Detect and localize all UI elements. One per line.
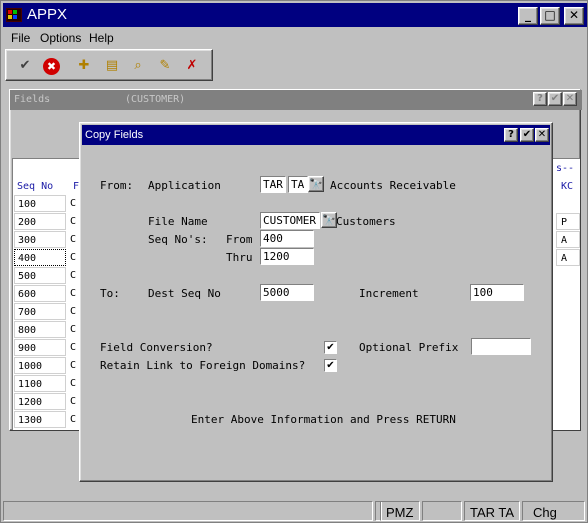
seq-no-cell[interactable]: 600 xyxy=(14,285,66,302)
copy-fields-dialog: Copy Fields ? ✔ ✕ From: Application TAR … xyxy=(79,122,553,482)
kc-cell[interactable]: A xyxy=(556,231,580,248)
close-button[interactable]: ✕ xyxy=(564,7,584,25)
seq-thru-field[interactable]: 1200 xyxy=(260,248,314,265)
status-user: PMZ xyxy=(380,501,420,521)
dialog-title-bar[interactable]: Copy Fields ? ✔ ✕ xyxy=(82,125,550,145)
fields-ok-button[interactable]: ✔ xyxy=(548,92,562,106)
fields-help-button[interactable]: ? xyxy=(533,92,547,106)
seq-thru-label: Thru xyxy=(226,251,253,264)
from-label: From: xyxy=(100,179,134,192)
seq-no-cell[interactable]: 900 xyxy=(14,339,66,356)
seq-no-cell[interactable]: 1000 xyxy=(14,357,66,374)
status-application: TAR TA xyxy=(464,501,520,521)
fields-title: Fields xyxy=(14,94,51,105)
new-folder-icon[interactable]: ✚ xyxy=(74,57,94,75)
application-version-field[interactable]: TA xyxy=(288,176,308,193)
fields-title-bar[interactable]: Fields (CUSTOMER) ? ✔ ✕ xyxy=(10,90,582,110)
file-name-field[interactable]: CUSTOMER xyxy=(260,212,320,229)
file-name-label: File Name xyxy=(148,215,208,228)
seq-no-cell[interactable]: 1100 xyxy=(14,375,66,392)
menu-options[interactable]: Options xyxy=(40,31,81,45)
dialog-ok-button[interactable]: ✔ xyxy=(520,128,534,142)
title-bar[interactable]: APPX _ □ ✕ xyxy=(3,3,587,27)
appx-logo-icon xyxy=(6,8,22,22)
fields-subtitle: (CUSTOMER) xyxy=(125,94,186,105)
edit-folder-icon[interactable]: ✎ xyxy=(155,57,175,75)
delete-folder-icon[interactable]: ✗ xyxy=(182,57,202,75)
seq-no-cell[interactable]: 700 xyxy=(14,303,66,320)
seq-no-cell[interactable]: 1300 xyxy=(14,411,66,428)
field-conversion-label: Field Conversion? xyxy=(100,341,213,354)
kc-cell[interactable]: A xyxy=(556,249,580,266)
seq-no-cell[interactable]: 800 xyxy=(14,321,66,338)
minimize-button[interactable]: _ xyxy=(518,7,538,25)
toolbar: ✔ ✖ ✚ ▤ ⌕ ✎ ✗ xyxy=(5,49,213,81)
window-title: APPX xyxy=(27,6,68,23)
status-blank xyxy=(422,501,462,521)
field-conversion-checkbox[interactable]: ✔ xyxy=(324,341,337,354)
status-message xyxy=(3,501,373,521)
increment-field[interactable]: 100 xyxy=(470,284,524,301)
seq-from-field[interactable]: 400 xyxy=(260,230,314,247)
file-description: Customers xyxy=(336,215,396,228)
seq-from-label: From xyxy=(226,233,253,246)
optional-prefix-field[interactable] xyxy=(471,338,531,355)
seq-no-cell[interactable]: 1200 xyxy=(14,393,66,410)
seq-no-cell[interactable]: 200 xyxy=(14,213,66,230)
menu-bar: File Options Help xyxy=(3,28,587,47)
dest-seq-field[interactable]: 5000 xyxy=(260,284,314,301)
file-lookup-binoculars-icon[interactable]: 🔭 xyxy=(321,212,337,228)
kc-cell[interactable]: P xyxy=(556,213,580,230)
application-name: Accounts Receivable xyxy=(330,179,456,192)
column-header-s: s-- xyxy=(556,163,575,174)
application-lookup-binoculars-icon[interactable]: 🔭 xyxy=(308,176,324,192)
menu-file[interactable]: File xyxy=(11,31,30,45)
column-header-kc: KC xyxy=(561,181,574,192)
menu-help[interactable]: Help xyxy=(89,31,114,45)
dialog-close-button[interactable]: ✕ xyxy=(535,128,549,142)
seq-no-cell[interactable]: 300 xyxy=(14,231,66,248)
increment-label: Increment xyxy=(359,287,419,300)
retain-link-checkbox[interactable]: ✔ xyxy=(324,359,337,372)
seq-nos-label: Seq No's: xyxy=(148,233,208,246)
instruction-text: Enter Above Information and Press RETURN xyxy=(191,413,456,426)
status-bar: PMZ TAR TA Chg xyxy=(3,501,587,522)
application-label: Application xyxy=(148,179,221,192)
maximize-button[interactable]: □ xyxy=(540,7,560,25)
application-code-field[interactable]: TAR xyxy=(260,176,286,193)
open-folder-icon[interactable]: ▤ xyxy=(102,57,122,75)
dest-seq-label: Dest Seq No xyxy=(148,287,221,300)
fields-close-button[interactable]: ✕ xyxy=(563,92,577,106)
search-folder-icon[interactable]: ⌕ xyxy=(128,57,148,75)
checkmark-doc-icon[interactable]: ✔ xyxy=(15,57,35,75)
status-mode: Chg xyxy=(522,501,585,521)
dialog-title: Copy Fields xyxy=(85,129,144,141)
seq-no-cell[interactable]: 400 xyxy=(14,249,66,266)
seq-no-cell[interactable]: 100 xyxy=(14,195,66,212)
seq-no-cell[interactable]: 500 xyxy=(14,267,66,284)
dialog-help-button[interactable]: ? xyxy=(504,128,518,142)
to-label: To: xyxy=(100,287,120,300)
retain-link-label: Retain Link to Foreign Domains? xyxy=(100,359,306,372)
optional-prefix-label: Optional Prefix xyxy=(359,341,459,354)
app-window: APPX _ □ ✕ File Options Help ✔ ✖ ✚ ▤ ⌕ ✎… xyxy=(0,0,588,523)
cancel-icon[interactable]: ✖ xyxy=(43,58,60,75)
column-header-seq-no: Seq No xyxy=(17,181,54,192)
